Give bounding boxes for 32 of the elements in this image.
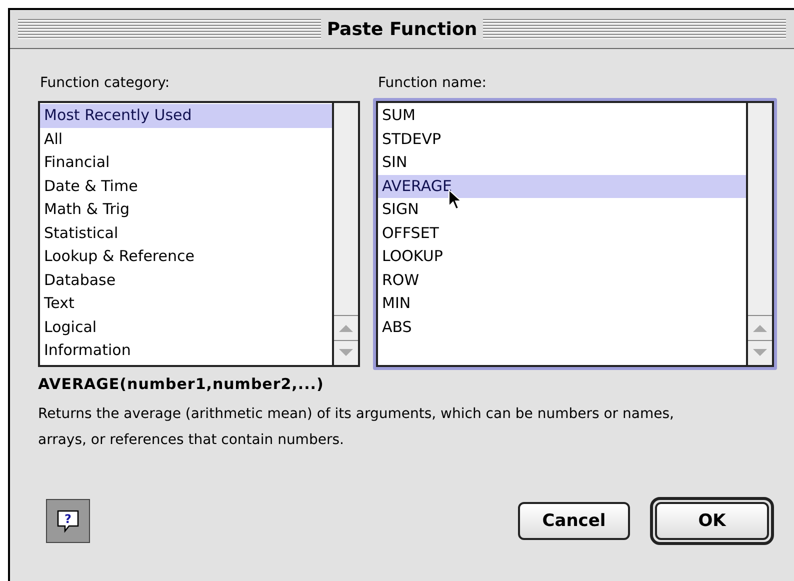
function-description: Returns the average (arithmetic mean) of its arguments, which can be numbers or names, arrays, or references that contain numbers. <box>38 405 674 450</box>
list-item[interactable]: SUM <box>378 104 746 128</box>
list-item[interactable]: MIN <box>378 292 746 316</box>
list-item[interactable]: Math & Trig <box>40 198 332 222</box>
list-item[interactable]: AVERAGE <box>378 174 746 198</box>
list-item[interactable]: STDEVP <box>378 128 746 151</box>
list-item[interactable]: SIN <box>378 151 746 174</box>
function-list[interactable]: SUM STDEVP SIN AVERAGE SIGN OFFSET LOOKUP ROW MIN ABS <box>376 101 774 367</box>
list-item[interactable]: Text <box>40 292 332 316</box>
list-item[interactable]: SIGN <box>378 198 746 222</box>
list-item[interactable]: Date & Time <box>40 174 332 198</box>
list-item[interactable]: Lookup & Reference <box>40 245 332 268</box>
help-button[interactable]: ? <box>46 499 90 543</box>
cancel-button[interactable]: Cancel <box>518 502 630 540</box>
list-item[interactable]: Most Recently Used <box>40 104 332 128</box>
list-item[interactable]: Information <box>40 339 332 362</box>
list-item[interactable]: All <box>40 128 332 151</box>
list-item[interactable]: Statistical <box>40 222 332 245</box>
list-item[interactable]: LOOKUP <box>378 245 746 268</box>
list-item[interactable]: ROW <box>378 268 746 292</box>
list-label: Function category: <box>40 75 171 91</box>
category-list[interactable]: Most Recently Used All Financial Date & Time Math & Trig Statistical Lookup & Reference Database Text Logical Information <box>38 101 360 367</box>
list-item[interactable]: OFFSET <box>378 222 746 245</box>
list-item[interactable]: ABS <box>378 316 746 339</box>
window-title: Paste Function <box>326 18 478 40</box>
ok-button[interactable]: OK <box>655 502 769 540</box>
speech-bubble-icon: ? <box>55 508 81 534</box>
list-item[interactable]: Database <box>40 268 332 292</box>
list-item[interactable]: Logical <box>40 316 332 339</box>
list-item[interactable]: Financial <box>40 151 332 174</box>
function-syntax: AVERAGE(number1,number2,...) <box>38 375 325 393</box>
list-label: Function name: <box>378 75 488 91</box>
